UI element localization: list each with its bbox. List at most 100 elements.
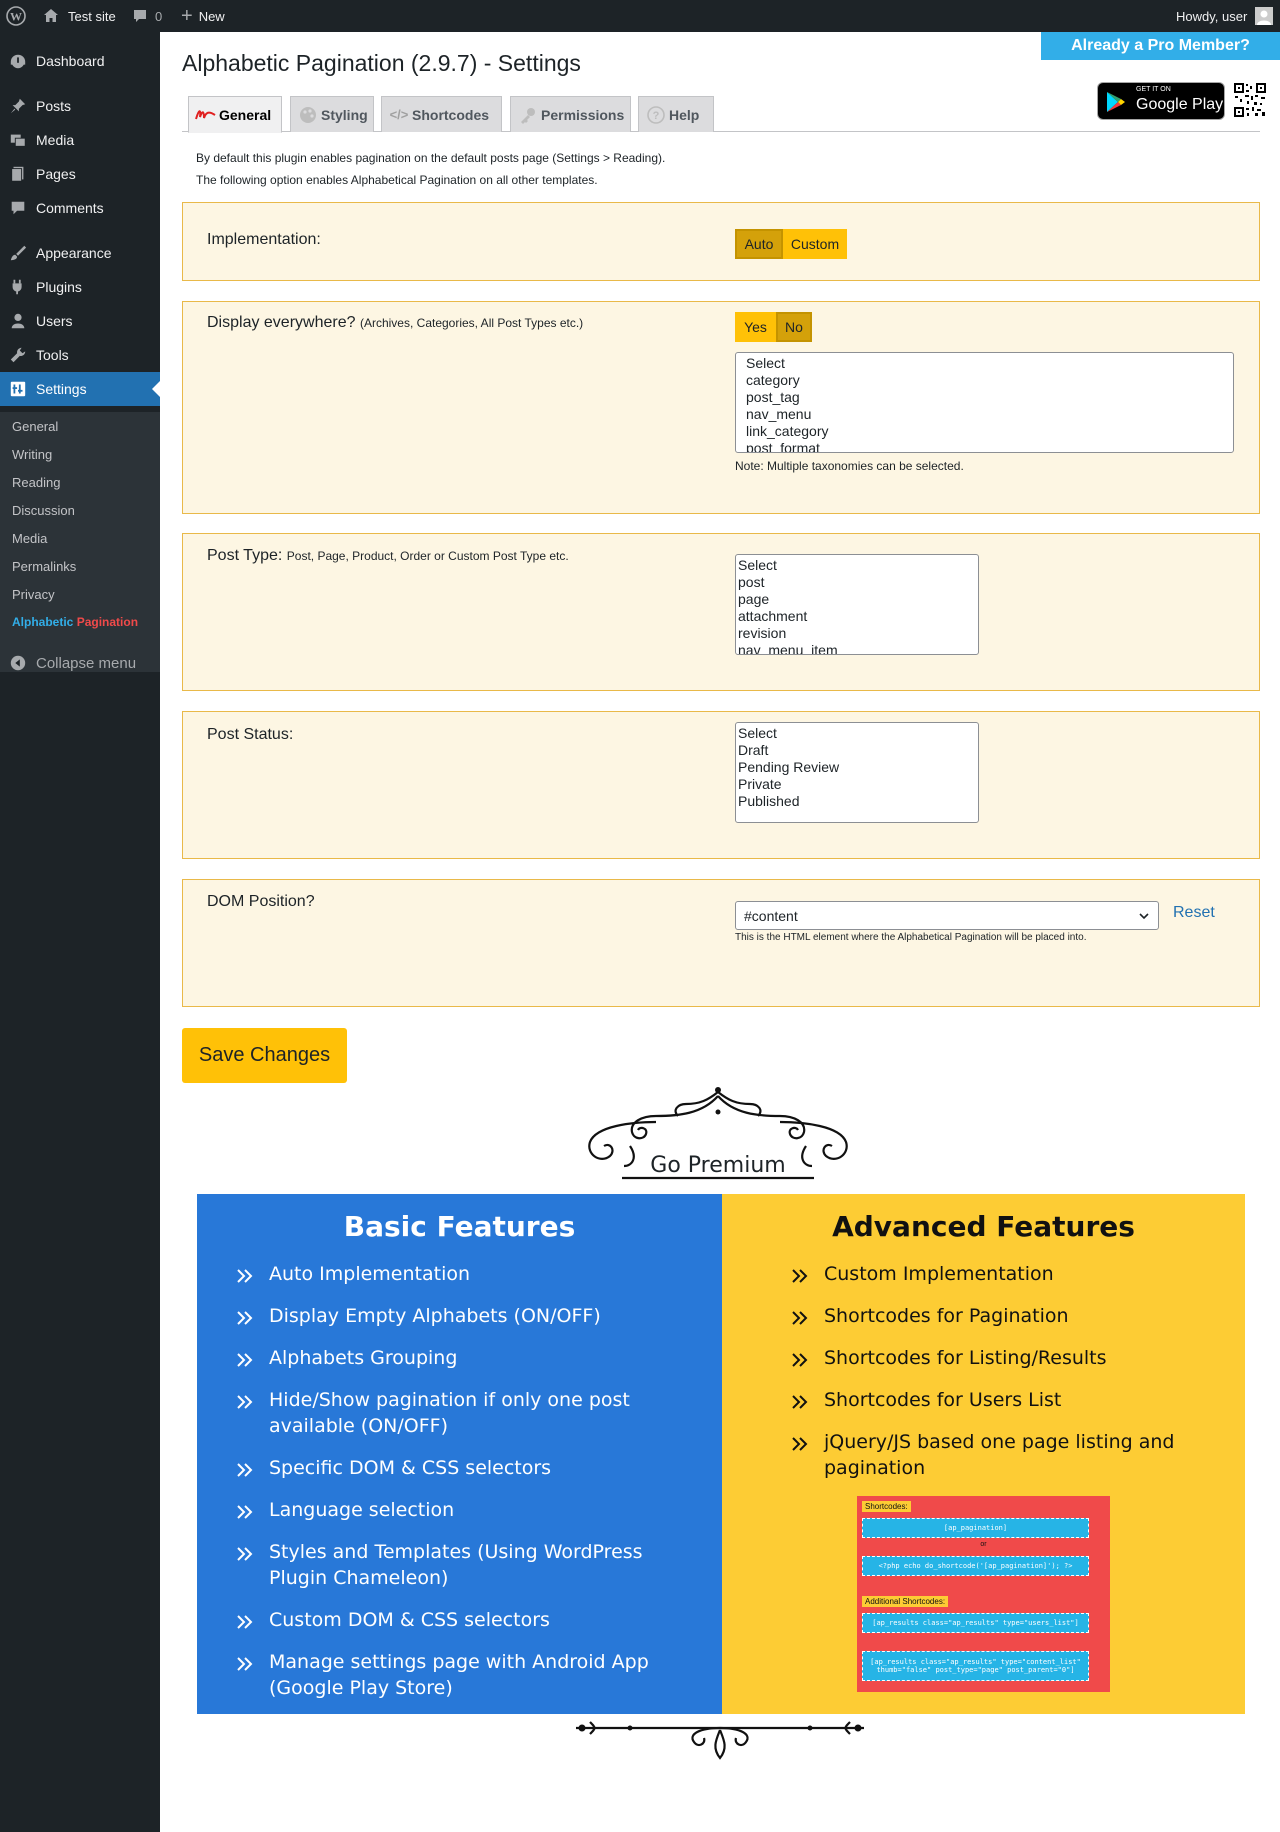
page-title: Alphabetic Pagination (2.9.7) - Settings bbox=[182, 50, 581, 76]
post-type-title: Post Type: bbox=[207, 547, 283, 564]
post-status-label: Post Status: bbox=[207, 726, 294, 743]
shortcode-box: [ap_pagination] bbox=[862, 1518, 1089, 1538]
plugin-name-part2: Pagination bbox=[76, 615, 139, 629]
submenu-general[interactable]: General bbox=[12, 419, 58, 434]
tab-general[interactable]: General bbox=[188, 96, 282, 133]
taxonomy-option[interactable]: post_tag bbox=[746, 389, 1223, 406]
feature-item: jQuery/JS based one page listing and pag… bbox=[792, 1429, 1224, 1481]
custom-option[interactable]: Custom bbox=[783, 229, 847, 259]
taxonomy-note: Note: Multiple taxonomies can be selecte… bbox=[735, 459, 964, 473]
comments-count: 0 bbox=[155, 8, 163, 24]
basic-features-panel: Basic Features Auto Implementation Displ… bbox=[197, 1194, 722, 1714]
menu-item-settings[interactable]: Settings bbox=[0, 372, 160, 406]
dom-position-value: #content bbox=[744, 907, 798, 924]
auto-option[interactable]: Auto bbox=[735, 229, 783, 259]
submenu-media[interactable]: Media bbox=[12, 531, 47, 546]
bottom-ornament-icon bbox=[570, 1716, 870, 1762]
feature-item: Shortcodes for Pagination bbox=[792, 1303, 1224, 1329]
submenu-permalinks[interactable]: Permalinks bbox=[12, 559, 76, 574]
display-everywhere-toggle: Yes No bbox=[735, 312, 812, 342]
tab-permissions[interactable]: Permissions bbox=[510, 96, 631, 132]
wrench-icon bbox=[0, 346, 36, 364]
my-account-link[interactable]: Howdy, user bbox=[1176, 0, 1274, 32]
feature-item: Language selection bbox=[237, 1497, 669, 1523]
tab-shortcodes[interactable]: </> Shortcodes bbox=[381, 96, 502, 132]
menu-item-pages[interactable]: Pages bbox=[0, 157, 160, 191]
feature-item: Custom Implementation bbox=[792, 1261, 1224, 1287]
post-status-option[interactable]: Draft bbox=[738, 742, 976, 759]
tab-label: Styling bbox=[321, 106, 368, 123]
taxonomy-option[interactable]: link_category bbox=[746, 423, 1223, 440]
feature-item: Specific DOM & CSS selectors bbox=[237, 1455, 669, 1481]
menu-item-comments[interactable]: Comments bbox=[0, 191, 160, 225]
google-play-icon bbox=[1107, 92, 1125, 112]
menu-item-dashboard[interactable]: Dashboard bbox=[0, 44, 160, 78]
google-play-badge[interactable]: GET IT ON Google Play bbox=[1097, 82, 1225, 120]
dom-position-label: DOM Position? bbox=[207, 893, 315, 910]
menu-label: Media bbox=[36, 132, 75, 148]
display-everywhere-label: Display everywhere? (Archives, Categorie… bbox=[207, 314, 583, 332]
post-status-option[interactable]: Pending Review bbox=[738, 759, 976, 776]
tab-help[interactable]: ? Help bbox=[638, 96, 714, 132]
implementation-panel bbox=[182, 202, 1260, 281]
taxonomy-option[interactable]: Select bbox=[746, 355, 1223, 372]
menu-item-media[interactable]: Media bbox=[0, 123, 160, 157]
post-type-option[interactable]: post bbox=[738, 574, 976, 591]
taxonomy-multiselect[interactable]: Select category post_tag nav_menu link_c… bbox=[735, 352, 1234, 453]
post-status-option[interactable]: Private bbox=[738, 776, 976, 793]
no-option[interactable]: No bbox=[776, 312, 812, 342]
post-type-multiselect[interactable]: Select post page attachment revision nav… bbox=[735, 554, 979, 655]
menu-label: Posts bbox=[36, 98, 72, 114]
chevron-down-icon bbox=[1138, 909, 1150, 925]
menu-item-posts[interactable]: Posts bbox=[0, 89, 160, 123]
post-type-option[interactable]: nav_menu_item bbox=[738, 642, 976, 654]
pro-member-button[interactable]: Already a Pro Member? bbox=[1041, 32, 1280, 60]
submenu-alphabetic-pagination[interactable]: Alphabetic Pagination bbox=[12, 615, 138, 629]
menu-label: Dashboard bbox=[36, 53, 105, 69]
reset-link[interactable]: Reset bbox=[1173, 904, 1215, 922]
menu-item-plugins[interactable]: Plugins bbox=[0, 270, 160, 304]
post-type-option[interactable]: page bbox=[738, 591, 976, 608]
menu-item-tools[interactable]: Tools bbox=[0, 338, 160, 372]
comments-link[interactable]: 0 bbox=[132, 0, 162, 32]
dom-position-select[interactable]: #content bbox=[735, 901, 1159, 930]
collapse-menu-button[interactable]: Collapse menu bbox=[0, 646, 160, 680]
intro-line-2: The following option enables Alphabetica… bbox=[196, 173, 598, 187]
plus-icon: + bbox=[181, 5, 193, 27]
home-icon bbox=[44, 9, 58, 22]
post-type-option[interactable]: revision bbox=[738, 625, 976, 642]
taxonomy-option[interactable]: nav_menu bbox=[746, 406, 1223, 423]
menu-label: Appearance bbox=[36, 245, 112, 261]
tab-styling[interactable]: Styling bbox=[290, 96, 374, 132]
new-label: New bbox=[198, 8, 225, 24]
shortcodes-preview: Shortcodes: [ap_pagination] or <?php ech… bbox=[857, 1496, 1110, 1692]
feature-item: Styles and Templates (Using WordPress Pl… bbox=[237, 1539, 669, 1591]
post-status-option[interactable]: Select bbox=[738, 725, 976, 742]
new-content-link[interactable]: + New bbox=[181, 0, 225, 32]
menu-item-users[interactable]: Users bbox=[0, 304, 160, 338]
pin-icon bbox=[0, 97, 36, 115]
collapse-label: Collapse menu bbox=[36, 654, 137, 672]
taxonomy-option[interactable]: post_format bbox=[746, 440, 1223, 452]
post-type-option[interactable]: Select bbox=[738, 557, 976, 574]
double-chevron-icon bbox=[236, 1349, 254, 1375]
yes-option[interactable]: Yes bbox=[735, 312, 776, 342]
submenu-discussion[interactable]: Discussion bbox=[12, 503, 75, 518]
save-changes-button[interactable]: Save Changes bbox=[182, 1028, 347, 1083]
wordpress-logo-icon[interactable]: W bbox=[6, 0, 26, 32]
submenu-reading[interactable]: Reading bbox=[12, 475, 60, 490]
svg-text:W: W bbox=[10, 10, 22, 24]
post-type-option[interactable]: attachment bbox=[738, 608, 976, 625]
settings-icon bbox=[0, 380, 36, 398]
site-name-link[interactable]: Test site bbox=[42, 0, 116, 32]
post-status-option[interactable]: Published bbox=[738, 793, 976, 810]
shortcode-box: <?php echo do_shortcode('[ap_pagination]… bbox=[862, 1556, 1089, 1576]
go-premium-heading: Go Premium bbox=[650, 1153, 786, 1178]
taxonomy-option[interactable]: category bbox=[746, 372, 1223, 389]
submenu-writing[interactable]: Writing bbox=[12, 447, 52, 462]
menu-item-appearance[interactable]: Appearance bbox=[0, 236, 160, 270]
shortcode-or: or bbox=[980, 1541, 987, 1548]
post-status-multiselect[interactable]: Select Draft Pending Review Private Publ… bbox=[735, 722, 979, 823]
palette-icon bbox=[297, 104, 319, 126]
submenu-privacy[interactable]: Privacy bbox=[12, 587, 55, 602]
